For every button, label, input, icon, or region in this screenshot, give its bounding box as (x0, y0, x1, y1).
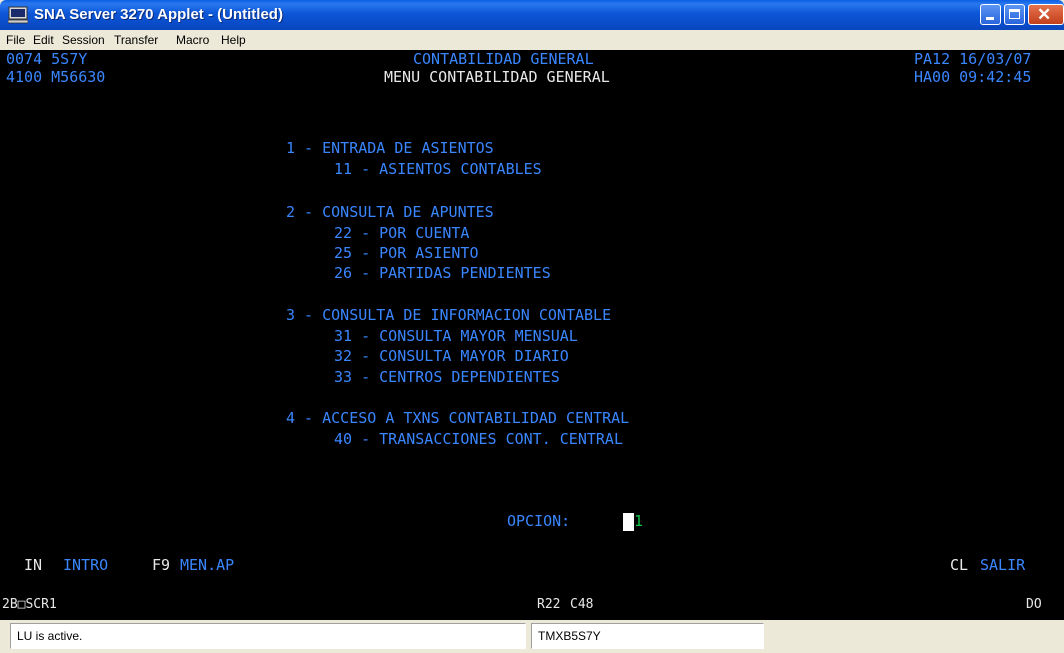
fkey-f9-label[interactable]: MEN.AP (180, 556, 234, 574)
oia-session: 2B (2, 597, 18, 612)
terminal-screen[interactable]: 0074 5S7Y 4100 M56630 CONTABILIDAD GENER… (0, 50, 1064, 620)
oia-status-right: DO (1026, 597, 1042, 612)
window-title: SNA Server 3270 Applet - (Untitled) (34, 6, 283, 23)
close-icon: ✕ (1037, 5, 1052, 24)
menu-help[interactable]: Help (221, 33, 246, 47)
user-id: 4100 M56630 (6, 68, 106, 86)
fkey-in-label[interactable]: INTRO (63, 556, 108, 574)
title-bar[interactable]: SNA Server 3270 Applet - (Untitled) ✕ (0, 0, 1064, 30)
menu-edit[interactable]: Edit (33, 33, 54, 47)
menu-option-31: 31 - CONSULTA MAYOR MENSUAL (334, 327, 578, 345)
menu-macro[interactable]: Macro (176, 33, 209, 47)
menu-option-11: 11 - ASIENTOS CONTABLES (334, 160, 542, 178)
menu-option-2: 2 - CONSULTA DE APUNTES (286, 203, 494, 221)
close-button[interactable]: ✕ (1028, 4, 1064, 25)
oia-col: C48 (570, 597, 594, 612)
fkey-f9: F9 (152, 556, 171, 574)
menu-option-4: 4 - ACCESO A TXNS CONTABILIDAD CENTRAL (286, 409, 630, 427)
menu-option-33: 33 - CENTROS DEPENDIENTES (334, 368, 560, 386)
lu-name: TMXB5S7Y (531, 623, 764, 649)
terminal-cursor (623, 513, 634, 531)
menu-bar: File Edit Session Transfer Macro Help (0, 30, 1064, 50)
menu-option-26: 26 - PARTIDAS PENDIENTES (334, 264, 551, 282)
status-message: LU is active. (10, 623, 526, 649)
menu-option-22: 22 - POR CUENTA (334, 224, 470, 242)
minimize-icon (986, 17, 994, 20)
menu-option-3: 3 - CONSULTA DE INFORMACION CONTABLE (286, 306, 612, 324)
fkey-cl: CL (950, 556, 969, 574)
menu-transfer[interactable]: Transfer (114, 33, 158, 47)
oia-status-left: 2B□SCR1 (2, 596, 57, 614)
option-input[interactable]: 1 (634, 512, 643, 530)
terminal-id: 0074 5S7Y (6, 50, 88, 68)
oia-screen: SCR1 (25, 597, 57, 612)
menu-option-25: 25 - POR ASIENTO (334, 244, 479, 262)
menu-session[interactable]: Session (62, 33, 105, 47)
terminal-app-icon (8, 6, 28, 24)
screen-title: MENU CONTABILIDAD GENERAL (384, 68, 610, 86)
oia-row: R22 (537, 597, 561, 612)
minimize-button[interactable] (980, 4, 1001, 25)
menu-option-1: 1 - ENTRADA DE ASIENTOS (286, 139, 494, 157)
screen-code-date: PA12 16/03/07 (914, 50, 1032, 68)
screen-header: CONTABILIDAD GENERAL (413, 50, 594, 68)
maximize-icon (1009, 9, 1020, 19)
screen-code-time: HA00 09:42:45 (914, 68, 1032, 86)
menu-option-40: 40 - TRANSACCIONES CONT. CENTRAL (334, 430, 623, 448)
menu-file[interactable]: File (6, 33, 25, 47)
fkey-in: IN (24, 556, 43, 574)
option-label: OPCION: (507, 512, 571, 530)
menu-option-32: 32 - CONSULTA MAYOR DIARIO (334, 347, 569, 365)
maximize-button[interactable] (1004, 4, 1025, 25)
fkey-cl-label[interactable]: SALIR (980, 556, 1025, 574)
status-bar: LU is active. TMXB5S7Y (0, 620, 1064, 653)
